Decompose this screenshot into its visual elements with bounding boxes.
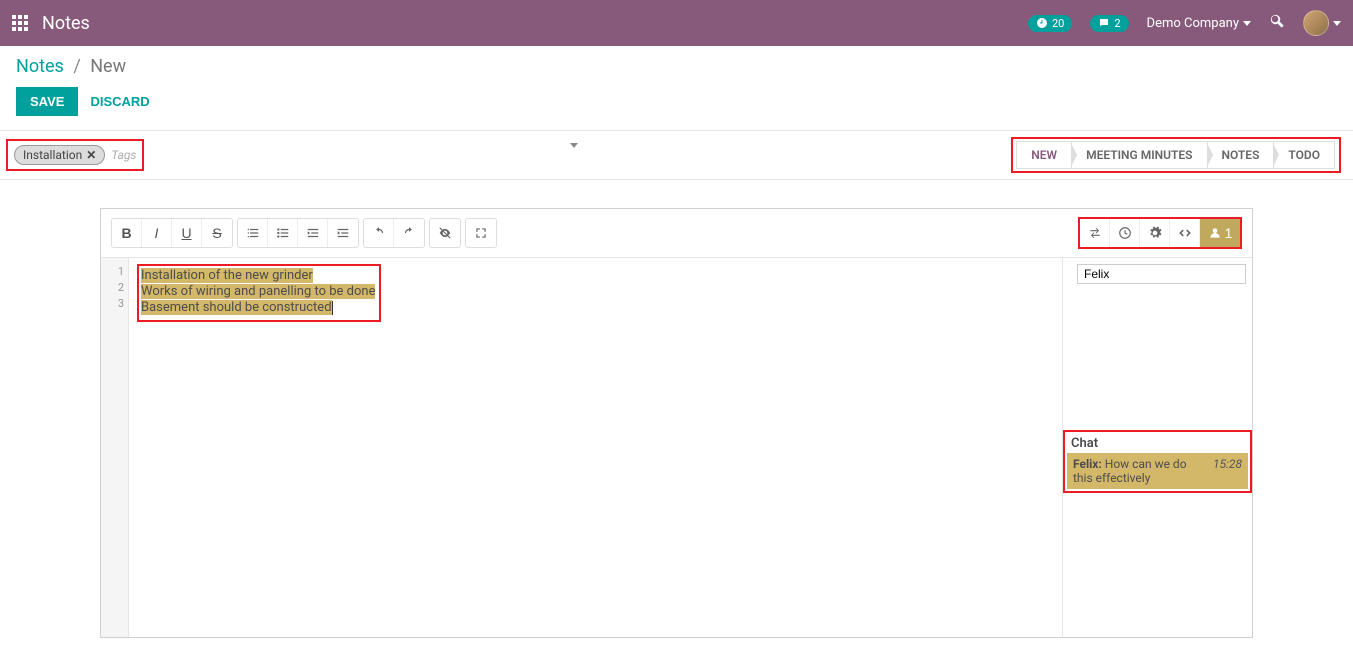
messages-count: 2 bbox=[1114, 17, 1120, 30]
unordered-list-button[interactable] bbox=[268, 219, 298, 247]
chat-author: Felix: bbox=[1073, 457, 1102, 471]
activities-count: 20 bbox=[1052, 17, 1064, 30]
embed-button[interactable] bbox=[1170, 219, 1200, 247]
chevron-down-icon bbox=[1333, 21, 1341, 26]
editor-line-1: Installation of the new grinder bbox=[141, 268, 313, 283]
italic-button[interactable]: I bbox=[142, 219, 172, 247]
import-export-button[interactable] bbox=[1080, 219, 1110, 247]
user-name-input[interactable] bbox=[1077, 264, 1246, 284]
users-sidebar: Chat Felix: How can we do this effective… bbox=[1062, 258, 1252, 637]
stage-bar: NEW MEETING MINUTES NOTES TODO bbox=[1011, 137, 1341, 173]
clock-icon bbox=[1036, 17, 1048, 29]
tags-placeholder: Tags bbox=[111, 148, 136, 162]
top-navbar: Notes 20 2 Demo Company bbox=[0, 0, 1353, 46]
fullscreen-button[interactable] bbox=[466, 219, 496, 247]
tag-label: Installation bbox=[23, 148, 82, 162]
chevron-down-icon bbox=[1243, 21, 1251, 26]
stage-meeting-minutes[interactable]: MEETING MINUTES bbox=[1071, 141, 1207, 169]
outdent-button[interactable] bbox=[298, 219, 328, 247]
stage-notes[interactable]: NOTES bbox=[1207, 141, 1275, 169]
tags-dropdown[interactable] bbox=[570, 148, 586, 163]
stage-new[interactable]: NEW bbox=[1016, 141, 1072, 169]
editor-line-3: Basement should be constructed bbox=[141, 300, 332, 315]
breadcrumb-current: New bbox=[90, 56, 126, 77]
clear-authorship-button[interactable] bbox=[430, 219, 460, 247]
redo-button[interactable] bbox=[394, 219, 424, 247]
avatar bbox=[1303, 10, 1329, 36]
editor-line-2: Works of wiring and panelling to be done bbox=[141, 284, 375, 299]
save-button[interactable]: SAVE bbox=[16, 87, 78, 116]
tag-remove-icon[interactable]: ✕ bbox=[86, 148, 96, 162]
breadcrumb: Notes / New bbox=[16, 56, 1337, 77]
strike-button[interactable]: S bbox=[202, 219, 232, 247]
underline-button[interactable]: U bbox=[172, 219, 202, 247]
apps-menu-icon[interactable] bbox=[12, 15, 28, 31]
users-count: 1 bbox=[1225, 225, 1233, 241]
user-entry bbox=[1063, 258, 1252, 290]
app-title: Notes bbox=[42, 13, 90, 34]
company-name: Demo Company bbox=[1147, 16, 1239, 31]
etherpad: B I U S bbox=[100, 208, 1253, 638]
editor-toolbar: B I U S bbox=[101, 209, 1252, 258]
show-users-button[interactable]: 1 bbox=[1200, 219, 1240, 247]
meta-row: Installation ✕ Tags NEW MEETING MINUTES … bbox=[0, 131, 1353, 180]
discard-button[interactable]: DISCARD bbox=[90, 94, 149, 109]
settings-button[interactable] bbox=[1140, 219, 1170, 247]
header-area: Notes / New SAVE DISCARD bbox=[0, 46, 1353, 131]
activities-button[interactable]: 20 bbox=[1028, 15, 1072, 32]
chat-time: 15:28 bbox=[1205, 457, 1242, 485]
ordered-list-button[interactable] bbox=[238, 219, 268, 247]
undo-button[interactable] bbox=[364, 219, 394, 247]
text-cursor bbox=[332, 301, 333, 315]
line-gutter: 1 2 3 bbox=[101, 258, 129, 637]
tags-field[interactable]: Installation ✕ Tags bbox=[6, 139, 144, 171]
chat-title: Chat bbox=[1067, 434, 1248, 453]
stage-todo[interactable]: TODO bbox=[1273, 141, 1335, 169]
timeslider-button[interactable] bbox=[1110, 219, 1140, 247]
chat-icon bbox=[1098, 17, 1110, 29]
bold-button[interactable]: B bbox=[112, 219, 142, 247]
indent-button[interactable] bbox=[328, 219, 358, 247]
chat-panel: Chat Felix: How can we do this effective… bbox=[1063, 430, 1252, 493]
chevron-down-icon bbox=[570, 143, 578, 163]
editor-content[interactable]: Installation of the new grinder Works of… bbox=[129, 258, 1062, 637]
chat-message: Felix: How can we do this effectively 15… bbox=[1067, 453, 1248, 489]
company-switcher[interactable]: Demo Company bbox=[1147, 16, 1251, 31]
debug-icon[interactable] bbox=[1269, 13, 1285, 33]
messages-button[interactable]: 2 bbox=[1090, 15, 1128, 32]
tag-chip: Installation ✕ bbox=[14, 145, 105, 165]
breadcrumb-root[interactable]: Notes bbox=[16, 56, 64, 77]
user-menu[interactable] bbox=[1303, 10, 1341, 36]
